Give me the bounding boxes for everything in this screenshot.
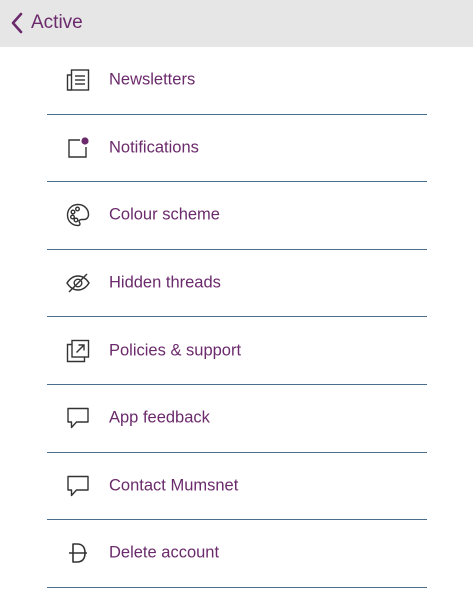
menu-label-policies-support: Policies & support — [109, 341, 242, 360]
menu-item-newsletters[interactable]: Newsletters — [47, 47, 427, 115]
menu-item-notifications[interactable]: Notifications — [47, 115, 427, 183]
external-link-icon — [65, 338, 91, 364]
menu-label-delete-account: Delete account — [109, 543, 220, 562]
newsletter-icon — [65, 67, 91, 93]
back-button[interactable]: Active — [10, 8, 83, 38]
menu-label-notifications: Notifications — [109, 138, 199, 157]
menu-item-app-feedback[interactable]: App feedback — [47, 385, 427, 453]
menu-item-policies-support[interactable]: Policies & support — [47, 317, 427, 385]
menu-label-newsletters: Newsletters — [109, 70, 196, 89]
menu-item-colour-scheme[interactable]: Colour scheme — [47, 182, 427, 250]
notification-icon — [65, 135, 91, 161]
eye-hidden-icon — [65, 270, 91, 296]
chevron-left-icon — [10, 12, 24, 34]
top-bar: Active — [0, 0, 473, 47]
menu-label-colour-scheme: Colour scheme — [109, 205, 220, 224]
settings-menu: Newsletters Notifications Colour scheme — [47, 47, 427, 588]
back-label: Active — [31, 12, 83, 33]
menu-label-hidden-threads: Hidden threads — [109, 273, 221, 292]
speech-bubble-icon — [65, 473, 91, 499]
menu-item-hidden-threads[interactable]: Hidden threads — [47, 250, 427, 318]
speech-bubble-icon — [65, 405, 91, 431]
menu-label-contact-mumsnet: Contact Mumsnet — [109, 476, 239, 495]
delete-account-icon — [65, 540, 91, 566]
palette-icon — [65, 202, 91, 228]
menu-item-contact-mumsnet[interactable]: Contact Mumsnet — [47, 453, 427, 521]
menu-item-delete-account[interactable]: Delete account — [47, 520, 427, 588]
menu-label-app-feedback: App feedback — [109, 408, 210, 427]
